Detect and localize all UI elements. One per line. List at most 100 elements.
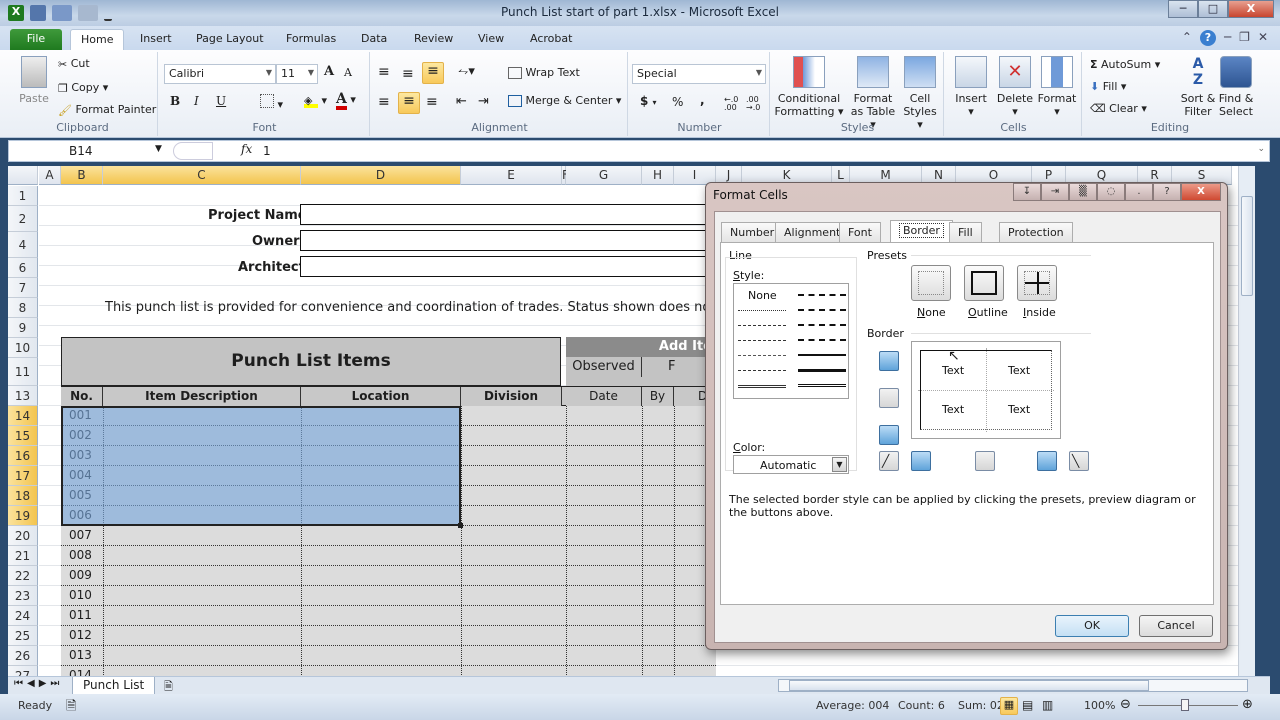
row-header-20[interactable]: 20 bbox=[8, 526, 38, 546]
dialog-tab-number[interactable]: Number bbox=[721, 222, 784, 242]
line-style-option[interactable] bbox=[798, 294, 846, 296]
page-break-view-icon[interactable]: ▥ bbox=[1042, 698, 1053, 712]
minimize-ribbon-icon[interactable]: ⌃ bbox=[1182, 30, 1192, 46]
punch-list-title-cell[interactable]: Punch List Items bbox=[61, 337, 561, 386]
dialog-pin-icon[interactable]: ◌ bbox=[1097, 183, 1125, 201]
page-layout-view-icon[interactable]: ▤ bbox=[1022, 698, 1033, 712]
border-top-button[interactable] bbox=[879, 351, 899, 371]
color-dropdown[interactable]: Automatic ▼ bbox=[733, 455, 849, 474]
border-left-button[interactable] bbox=[911, 451, 931, 471]
architect-field[interactable] bbox=[300, 256, 720, 277]
column-header-c[interactable]: C bbox=[103, 166, 301, 185]
column-header-h[interactable]: H bbox=[642, 166, 674, 185]
workbook-minimize-icon[interactable]: ─ bbox=[1224, 30, 1231, 46]
preset-outline-button[interactable] bbox=[964, 265, 1004, 301]
chevron-down-icon[interactable]: ▼ bbox=[832, 457, 847, 472]
zoom-level[interactable]: 100% bbox=[1084, 699, 1115, 712]
insert-function-icon[interactable]: fx bbox=[241, 142, 252, 156]
dialog-close-button[interactable]: X bbox=[1181, 183, 1221, 201]
tab-file[interactable]: File bbox=[10, 29, 62, 50]
select-all-corner[interactable] bbox=[8, 166, 38, 185]
tab-formulas[interactable]: Formulas bbox=[276, 29, 346, 50]
italic-button[interactable]: I bbox=[194, 94, 199, 108]
border-diagonal-down-button[interactable]: ╲ bbox=[1069, 451, 1089, 471]
preset-none-button[interactable] bbox=[911, 265, 951, 301]
workbook-restore-icon[interactable]: ❐ bbox=[1239, 30, 1250, 46]
line-style-none[interactable]: None bbox=[748, 289, 777, 302]
align-left-icon[interactable]: ≡ bbox=[378, 94, 390, 110]
font-size-combo[interactable]: 11 ▼ bbox=[276, 64, 318, 84]
name-box-dropdown-icon[interactable]: ▼ bbox=[155, 144, 162, 154]
line-style-option[interactable] bbox=[798, 309, 846, 311]
dialog-collapse-icon[interactable]: ↧ bbox=[1013, 183, 1041, 201]
insert-cells-button[interactable]: Insert ▾ bbox=[950, 56, 992, 118]
table-row[interactable]: 011 bbox=[61, 606, 716, 626]
tab-view[interactable]: View bbox=[468, 29, 514, 50]
clear-button[interactable]: ⌫ Clear ▾ bbox=[1090, 102, 1147, 115]
conditional-formatting-button[interactable]: Conditional Formatting ▾ bbox=[774, 56, 844, 118]
tab-data[interactable]: Data bbox=[351, 29, 397, 50]
dialog-help-icon[interactable]: ? bbox=[1153, 183, 1181, 201]
line-style-option[interactable] bbox=[798, 339, 846, 341]
line-style-option[interactable] bbox=[738, 370, 786, 371]
border-diagonal-up-button[interactable]: ╱ bbox=[879, 451, 899, 471]
align-center-icon[interactable]: ≡ bbox=[398, 92, 420, 114]
comma-button[interactable]: , bbox=[700, 93, 705, 107]
column-header-b[interactable]: B bbox=[61, 166, 103, 185]
dialog-snap-icon[interactable]: ⇥ bbox=[1041, 183, 1069, 201]
project-name-field[interactable] bbox=[300, 204, 720, 225]
row-header-2[interactable]: 2 bbox=[8, 206, 38, 232]
line-style-list[interactable]: None bbox=[733, 283, 849, 399]
macro-record-icon[interactable]: 🗎 bbox=[66, 697, 76, 719]
formula-input[interactable]: 1 bbox=[263, 144, 271, 158]
font-name-combo[interactable]: Calibri ▼ bbox=[164, 64, 276, 84]
wrap-text-button[interactable]: Wrap Text bbox=[508, 66, 580, 79]
fill-button[interactable]: ⬇ Fill ▾ bbox=[1090, 80, 1126, 93]
find-select-button[interactable]: Find & Select bbox=[1218, 56, 1254, 118]
line-style-option[interactable] bbox=[738, 340, 786, 341]
fill-handle[interactable] bbox=[458, 523, 463, 528]
underline-button[interactable]: U bbox=[216, 94, 226, 108]
row-header-13[interactable]: 13 bbox=[8, 386, 38, 406]
currency-button[interactable]: $ ▾ bbox=[640, 94, 657, 108]
row-header-8[interactable]: 8 bbox=[8, 298, 38, 318]
border-right-button[interactable] bbox=[1037, 451, 1057, 471]
row-header-9[interactable]: 9 bbox=[8, 318, 38, 338]
ok-button[interactable]: OK bbox=[1055, 615, 1129, 637]
delete-cells-button[interactable]: ✕ Delete ▾ bbox=[994, 56, 1036, 118]
minimize-button[interactable]: ─ bbox=[1168, 0, 1198, 18]
horizontal-scroll-thumb[interactable] bbox=[789, 680, 1149, 691]
format-painter-button[interactable]: 🖌 Format Painter bbox=[58, 103, 156, 117]
column-header-a[interactable]: A bbox=[39, 166, 61, 185]
font-color-button[interactable]: A ▾ bbox=[336, 92, 356, 110]
table-row[interactable]: 007 bbox=[61, 526, 716, 546]
dialog-pattern-icon[interactable]: ▒ bbox=[1069, 183, 1097, 201]
tab-acrobat[interactable]: Acrobat bbox=[520, 29, 582, 50]
row-header-15[interactable]: 15 bbox=[8, 426, 38, 446]
fill-color-button[interactable]: ◈ ▾ bbox=[304, 94, 327, 108]
line-style-option[interactable] bbox=[738, 310, 786, 311]
vertical-scrollbar[interactable] bbox=[1238, 166, 1255, 676]
align-top-icon[interactable]: ≡ bbox=[378, 64, 390, 80]
align-bottom-icon[interactable]: ≡ bbox=[422, 62, 444, 84]
border-preview[interactable]: Text Text Text Text ↖ bbox=[911, 341, 1061, 439]
dialog-tab-protection[interactable]: Protection bbox=[999, 222, 1073, 242]
row-header-18[interactable]: 18 bbox=[8, 486, 38, 506]
expand-formula-bar-icon[interactable]: ⌄ bbox=[1257, 144, 1265, 154]
dialog-tab-fill[interactable]: Fill bbox=[949, 222, 982, 242]
decrease-indent-icon[interactable]: ⇤ bbox=[456, 94, 467, 109]
column-header-d[interactable]: D bbox=[301, 166, 461, 185]
number-format-combo[interactable]: Special ▼ bbox=[632, 64, 766, 84]
line-style-option[interactable] bbox=[738, 355, 786, 356]
selected-range[interactable] bbox=[61, 406, 461, 526]
autosum-button[interactable]: Σ AutoSum ▾ bbox=[1090, 58, 1160, 71]
maximize-button[interactable]: □ bbox=[1198, 0, 1228, 18]
row-header-22[interactable]: 22 bbox=[8, 566, 38, 586]
align-middle-icon[interactable]: ≡ bbox=[402, 66, 414, 82]
row-header-4[interactable]: 4 bbox=[8, 232, 38, 258]
format-as-table-button[interactable]: Format as Table ▾ bbox=[848, 56, 898, 131]
row-header-26[interactable]: 26 bbox=[8, 646, 38, 666]
borders-button[interactable]: ▾ bbox=[260, 94, 283, 111]
owner-field[interactable] bbox=[300, 230, 720, 251]
dialog-tab-font[interactable]: Font bbox=[839, 222, 881, 242]
